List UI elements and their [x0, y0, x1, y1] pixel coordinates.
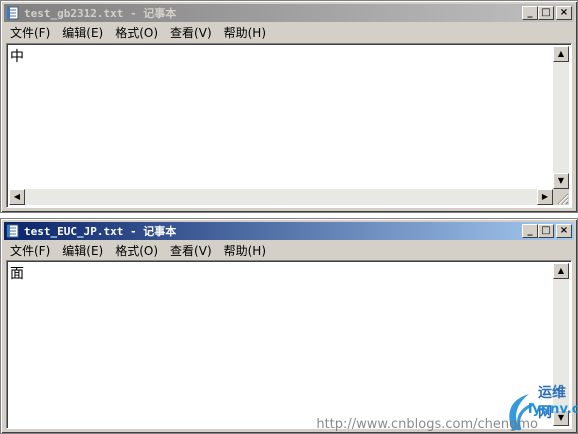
- maximize-button[interactable]: □: [538, 6, 554, 20]
- watermark-url: http://www.cnblogs.com/chengmo: [316, 417, 538, 432]
- scroll-left-icon[interactable]: ◀: [9, 189, 25, 205]
- menu-edit[interactable]: 编辑(E): [56, 24, 109, 41]
- menu-view[interactable]: 查看(V): [164, 242, 218, 259]
- maximize-button[interactable]: □: [538, 224, 554, 238]
- menu-file[interactable]: 文件(F): [4, 242, 56, 259]
- editor-content: 面: [10, 266, 24, 282]
- menu-view[interactable]: 查看(V): [164, 24, 218, 41]
- scroll-right-icon[interactable]: ▶: [537, 189, 553, 205]
- title-bar[interactable]: test_gb2312.txt - 记事本 _ □ ×: [4, 4, 574, 22]
- menu-format[interactable]: 格式(O): [109, 24, 164, 41]
- text-editor[interactable]: 中 ▲ ▼ ◀ ▶: [6, 43, 572, 208]
- title-bar[interactable]: test_EUC_JP.txt - 记事本 _ □ ×: [4, 222, 574, 240]
- notepad-icon[interactable]: [6, 6, 20, 20]
- vertical-scrollbar[interactable]: ▲ ▼: [553, 46, 569, 189]
- menu-edit[interactable]: 编辑(E): [56, 242, 109, 259]
- close-button[interactable]: ×: [556, 6, 572, 20]
- close-button[interactable]: ×: [556, 224, 572, 238]
- scroll-up-icon[interactable]: ▲: [553, 263, 569, 279]
- menu-bar: 文件(F) 编辑(E) 格式(O) 查看(V) 帮助(H): [4, 23, 574, 42]
- minimize-button[interactable]: _: [522, 224, 538, 238]
- notepad-window-gb2312[interactable]: test_gb2312.txt - 记事本 _ □ × 文件(F) 编辑(E) …: [0, 0, 578, 213]
- editor-content: 中: [10, 49, 24, 65]
- menu-help[interactable]: 帮助(H): [218, 24, 272, 41]
- menu-file[interactable]: 文件(F): [4, 24, 56, 41]
- menu-format[interactable]: 格式(O): [109, 242, 164, 259]
- horizontal-scrollbar[interactable]: ◀ ▶: [9, 189, 553, 205]
- scroll-up-icon[interactable]: ▲: [553, 46, 569, 62]
- window-title: test_EUC_JP.txt - 记事本: [24, 225, 177, 238]
- menu-help[interactable]: 帮助(H): [218, 242, 272, 259]
- resize-grip-icon[interactable]: [553, 189, 569, 205]
- menu-bar: 文件(F) 编辑(E) 格式(O) 查看(V) 帮助(H): [4, 241, 574, 260]
- minimize-button[interactable]: _: [522, 6, 538, 20]
- notepad-icon[interactable]: [6, 224, 20, 238]
- watermark-brand-url: iyunv.com: [528, 402, 578, 417]
- scroll-down-icon[interactable]: ▼: [553, 173, 569, 189]
- window-title: test_gb2312.txt - 记事本: [24, 7, 177, 20]
